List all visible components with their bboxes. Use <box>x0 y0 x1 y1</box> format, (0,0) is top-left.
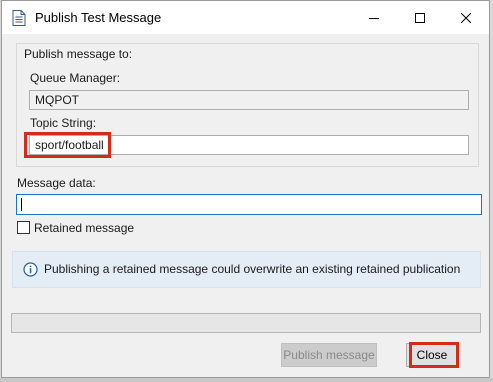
publish-dialog: Publish Test Message Publish message to:… <box>1 0 490 378</box>
topic-string-highlight <box>24 132 111 158</box>
retained-message-label[interactable]: Retained message <box>34 221 134 235</box>
maximize-icon <box>415 12 425 23</box>
status-bar <box>11 313 481 333</box>
minimize-icon <box>369 17 379 19</box>
publish-message-button[interactable]: Publish message <box>281 343 377 367</box>
maximize-button[interactable] <box>397 1 443 34</box>
topic-string-label: Topic String: <box>30 116 97 130</box>
queue-manager-value: MQPOT <box>35 93 79 107</box>
queue-manager-field: MQPOT <box>29 90 469 110</box>
message-data-label: Message data: <box>17 176 96 190</box>
bottom-edge <box>0 378 493 382</box>
info-icon <box>23 262 38 277</box>
window-close-button[interactable] <box>443 1 489 34</box>
queue-manager-label: Queue Manager: <box>30 71 121 85</box>
publish-group-heading: Publish message to: <box>24 47 133 61</box>
message-data-input[interactable] <box>16 194 482 215</box>
close-button-highlight <box>409 342 459 368</box>
document-icon <box>12 10 26 26</box>
window-title: Publish Test Message <box>35 10 162 25</box>
info-banner: Publishing a retained message could over… <box>12 251 481 288</box>
minimize-button[interactable] <box>351 1 397 34</box>
title-bar[interactable]: Publish Test Message <box>2 1 489 34</box>
text-caret <box>21 198 22 211</box>
info-text: Publishing a retained message could over… <box>44 262 461 276</box>
retained-message-checkbox[interactable] <box>17 221 30 234</box>
close-icon <box>461 12 471 23</box>
